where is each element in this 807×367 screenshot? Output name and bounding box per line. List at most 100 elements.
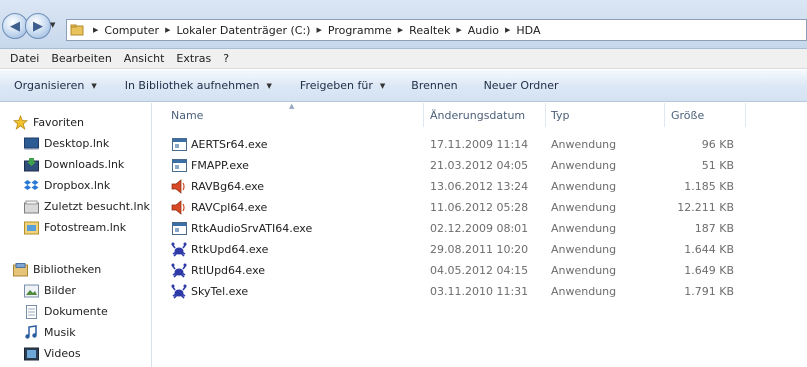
breadcrumb-separator-icon[interactable]: ▶: [450, 26, 467, 34]
breadcrumb-separator-icon[interactable]: ▶: [159, 26, 176, 34]
file-name: RtkAudioSrvATI64.exe: [191, 222, 313, 235]
nav-item-bilder[interactable]: Bilder: [23, 280, 76, 301]
file-type: Anwendung: [551, 222, 617, 235]
column-header-name-label: Name: [171, 108, 204, 122]
file-name: SkyTel.exe: [191, 285, 249, 298]
nav-favorites-label: Favoriten: [33, 116, 84, 129]
breadcrumb-separator-icon[interactable]: ▶: [87, 26, 104, 34]
include-in-library-button[interactable]: In Bibliothek aufnehmen ▼: [115, 79, 282, 92]
nav-item-downloads[interactable]: Downloads.lnk: [23, 154, 124, 175]
recent-pages-dropdown-icon[interactable]: ▼: [50, 21, 60, 31]
file-size: 12.211 KB: [677, 201, 734, 214]
file-type: Anwendung: [551, 180, 617, 193]
burn-label: Brennen: [411, 79, 458, 92]
breadcrumb-realtek[interactable]: Realtek: [409, 24, 450, 37]
app-window-icon: [171, 157, 187, 173]
command-bar: Organisieren ▼ In Bibliothek aufnehmen ▼ F…: [0, 70, 807, 102]
breadcrumb-audio[interactable]: Audio: [468, 24, 499, 37]
nav-item-videos[interactable]: Videos: [23, 343, 81, 364]
file-type: Anwendung: [551, 159, 617, 172]
file-size: 51 KB: [701, 159, 734, 172]
nav-item-label: Videos: [44, 347, 81, 360]
file-type: Anwendung: [551, 243, 617, 256]
nav-item-musik[interactable]: Musik: [23, 322, 76, 343]
new-folder-button[interactable]: Neuer Ordner: [474, 79, 569, 92]
forward-button[interactable]: ▶: [25, 13, 51, 39]
breadcrumb-computer[interactable]: Computer: [104, 24, 159, 37]
column-header-size[interactable]: Größe: [665, 103, 746, 127]
nav-item-dropbox[interactable]: Dropbox.lnk: [23, 175, 110, 196]
nav-item-dokumente[interactable]: Dokumente: [23, 301, 108, 322]
file-date: 17.11.2009 11:14: [430, 138, 529, 151]
app-window-icon: [171, 220, 187, 236]
recent-places-icon: [23, 199, 39, 215]
organize-button[interactable]: Organisieren ▼: [4, 79, 107, 92]
column-header-size-label: Größe: [671, 108, 705, 122]
file-row[interactable]: SkyTel.exe 03.11.2010 11:31 Anwendung 1.…: [167, 281, 747, 302]
file-size: 1.185 KB: [684, 180, 734, 193]
file-date: 21.03.2012 04:05: [430, 159, 529, 172]
breadcrumb-separator-icon[interactable]: ▶: [310, 26, 327, 34]
breadcrumb-programme[interactable]: Programme: [328, 24, 392, 37]
star-icon: [12, 115, 28, 131]
column-headers: Name ▲ Änderungsdatum Typ Größe: [153, 102, 807, 127]
downloads-folder-icon: [23, 157, 39, 173]
file-row[interactable]: AERTSr64.exe 17.11.2009 11:14 Anwendung …: [167, 134, 747, 155]
share-with-button[interactable]: Freigeben für ▼: [290, 79, 395, 92]
nav-item-label: Zuletzt besucht.lnk: [44, 200, 150, 213]
folder-icon: [67, 20, 87, 40]
breadcrumb-separator-icon[interactable]: ▶: [392, 26, 409, 34]
dropdown-arrow-icon: ▼: [379, 81, 386, 90]
forward-arrow-icon: ▶: [33, 18, 43, 34]
file-size: 187 KB: [694, 222, 734, 235]
nav-item-label: Dropbox.lnk: [44, 179, 111, 192]
file-size: 96 KB: [701, 138, 734, 151]
nav-item-label: Desktop.lnk: [44, 137, 110, 150]
file-row[interactable]: RAVCpl64.exe 11.06.2012 05:28 Anwendung …: [167, 197, 747, 218]
file-row[interactable]: RtlUpd64.exe 04.05.2012 04:15 Anwendung …: [167, 260, 747, 281]
nav-item-desktop[interactable]: Desktop.lnk: [23, 133, 109, 154]
menu-datei[interactable]: Datei: [4, 52, 45, 65]
menu-extras[interactable]: Extras: [170, 52, 217, 65]
breadcrumb-hda[interactable]: HDA: [516, 24, 540, 37]
pictures-library-icon: [23, 283, 39, 299]
menu-bearbeiten[interactable]: Bearbeiten: [45, 52, 117, 65]
file-size: 1.791 KB: [684, 285, 734, 298]
dropdown-arrow-icon: ▼: [266, 81, 272, 90]
realtek-crab-icon: [171, 241, 187, 257]
burn-button[interactable]: Brennen: [401, 79, 467, 92]
nav-libraries-label: Bibliotheken: [33, 263, 102, 276]
file-date: 11.06.2012 05:28: [430, 201, 529, 214]
menu-help[interactable]: ?: [217, 52, 235, 65]
file-row[interactable]: FMAPP.exe 21.03.2012 04:05 Anwendung 51 …: [167, 155, 747, 176]
libraries-icon: [12, 262, 28, 278]
file-row[interactable]: RtkAudioSrvATI64.exe 02.12.2009 08:01 An…: [167, 218, 747, 239]
file-name: RAVBg64.exe: [191, 180, 265, 193]
file-name: FMAPP.exe: [191, 159, 249, 172]
file-row[interactable]: RAVBg64.exe 13.06.2012 13:24 Anwendung 1…: [167, 176, 747, 197]
file-row[interactable]: RtkUpd64.exe 29.08.2011 10:20 Anwendung …: [167, 239, 747, 260]
sort-ascending-icon: ▲: [289, 102, 295, 110]
file-date: 03.11.2010 11:31: [430, 285, 529, 298]
file-date: 13.06.2012 13:24: [430, 180, 529, 193]
column-header-date[interactable]: Änderungsdatum: [424, 103, 546, 127]
breadcrumb-drive[interactable]: Lokaler Datenträger (C:): [176, 24, 310, 37]
file-size: 1.644 KB: [684, 243, 734, 256]
fotostream-icon: [23, 220, 39, 236]
nav-favorites[interactable]: Favoriten: [12, 112, 84, 133]
address-bar[interactable]: ▶ Computer ▶ Lokaler Datenträger (C:) ▶ …: [66, 19, 807, 41]
file-date: 29.08.2011 10:20: [430, 243, 529, 256]
menu-ansicht[interactable]: Ansicht: [118, 52, 171, 65]
nav-item-recent[interactable]: Zuletzt besucht.lnk: [23, 196, 150, 217]
desktop-folder-icon: [23, 136, 39, 152]
realtek-crab-icon: [171, 262, 187, 278]
breadcrumb-separator-icon[interactable]: ▶: [499, 26, 516, 34]
file-name: RtlUpd64.exe: [191, 264, 266, 277]
dropbox-icon: [23, 178, 39, 194]
nav-libraries[interactable]: Bibliotheken: [12, 259, 101, 280]
nav-item-label: Fotostream.lnk: [44, 221, 127, 234]
nav-item-fotostream[interactable]: Fotostream.lnk: [23, 217, 126, 238]
nav-item-label: Dokumente: [44, 305, 108, 318]
file-name: RAVCpl64.exe: [191, 201, 268, 214]
column-header-type[interactable]: Typ: [546, 103, 665, 127]
